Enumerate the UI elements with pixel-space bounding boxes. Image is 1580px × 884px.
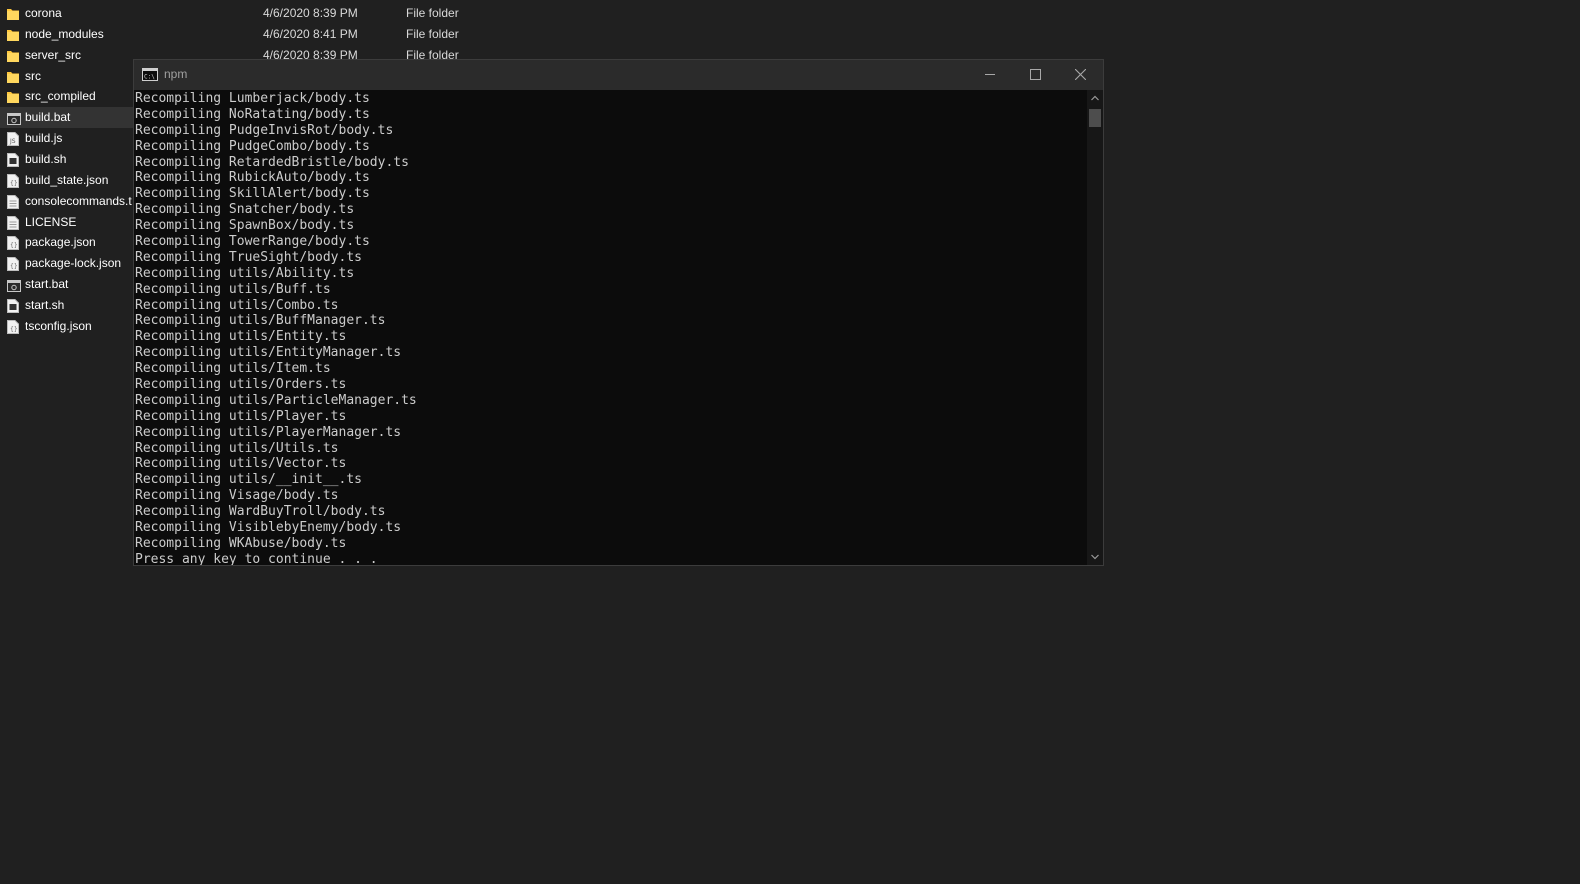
file-name: build.sh [25, 151, 67, 166]
window-title: npm [164, 67, 188, 81]
file-name: node_modules [25, 26, 104, 41]
svg-text:JS: JS [9, 138, 16, 145]
console-line: Recompiling utils/Player.ts [135, 408, 347, 424]
console-line: Recompiling TowerRange/body.ts [135, 234, 370, 250]
json-file-icon: {} [7, 236, 19, 251]
console-line: Recompiling utils/Entity.ts [135, 329, 347, 345]
json-file-icon: {} [7, 319, 19, 334]
console-line: Recompiling Snatcher/body.ts [135, 202, 355, 218]
text-file-icon [7, 215, 19, 230]
console-line: Recompiling PudgeCombo/body.ts [135, 138, 370, 154]
minimize-button[interactable] [968, 60, 1013, 90]
console-line: Recompiling PudgeInvisRot/body.ts [135, 122, 394, 138]
file-row[interactable]: build.bat [0, 107, 133, 129]
file-date-modified: 4/6/2020 8:39 PM [263, 6, 358, 20]
text-file-icon [7, 194, 19, 209]
svg-text:{}: {} [10, 263, 18, 270]
file-name: start.bat [25, 277, 69, 292]
console-line: Recompiling utils/BuffManager.ts [135, 313, 386, 329]
folder-icon [7, 28, 19, 42]
maximize-button[interactable] [1013, 60, 1058, 90]
file-name: src [25, 68, 41, 83]
file-name: build_state.json [25, 172, 109, 187]
svg-text:{}: {} [10, 242, 18, 249]
console-line: Recompiling RetardedBristle/body.ts [135, 154, 409, 170]
console-line: Recompiling utils/Utils.ts [135, 440, 339, 456]
file-name: tsconfig.json [25, 318, 92, 333]
console-line: Recompiling utils/Orders.ts [135, 377, 347, 393]
cmd-icon: C:\ [142, 68, 158, 81]
console-line: Recompiling VisiblebyEnemy/body.ts [135, 520, 402, 536]
file-date-modified: 4/6/2020 8:41 PM [263, 26, 358, 41]
console-line: Recompiling utils/Vector.ts [135, 456, 347, 472]
file-name: package-lock.json [25, 256, 122, 271]
file-name: package.json [25, 235, 96, 250]
svg-text:{}: {} [10, 180, 18, 187]
maximize-icon [1030, 69, 1041, 80]
file-name: start.sh [25, 297, 65, 312]
console-line: Recompiling utils/Buff.ts [135, 281, 331, 297]
console-line: Recompiling utils/__init__.ts [135, 472, 362, 488]
console-line: Recompiling utils/EntityManager.ts [135, 345, 402, 361]
folder-icon [7, 70, 19, 84]
console-line: Recompiling RubickAuto/body.ts [135, 170, 370, 186]
file-name: build.js [25, 131, 63, 146]
console-line: Press any key to continue . . . [135, 551, 378, 565]
file-type: File folder [406, 26, 459, 41]
svg-text:C:\: C:\ [144, 74, 155, 81]
console-titlebar[interactable]: C:\ npm [134, 60, 1103, 90]
scroll-down-arrow-icon[interactable] [1091, 554, 1099, 560]
file-name: LICENSE [25, 214, 77, 229]
json-file-icon: {} [7, 257, 19, 272]
batch-file-icon [7, 278, 21, 293]
shell-file-icon [7, 152, 19, 167]
close-icon [1075, 69, 1086, 80]
json-file-icon: {} [7, 173, 19, 188]
console-line: Recompiling utils/Combo.ts [135, 297, 339, 313]
folder-icon [7, 7, 19, 21]
console-output[interactable]: Recompiling Lumberjack/body.ts Recompilin… [135, 91, 1085, 565]
file-name: corona [25, 6, 62, 20]
console-line: Recompiling SpawnBox/body.ts [135, 218, 355, 234]
console-line: Recompiling utils/PlayerManager.ts [135, 424, 402, 440]
scroll-up-arrow-icon[interactable] [1091, 95, 1099, 101]
close-button[interactable] [1058, 60, 1103, 90]
file-name: server_src [25, 47, 82, 62]
file-row[interactable]: node_modules 4/6/2020 8:41 PM File folder [0, 24, 480, 45]
console-line: Recompiling NoRatating/body.ts [135, 106, 370, 122]
file-type: File folder [406, 6, 459, 20]
console-line: Recompiling Visage/body.ts [135, 488, 339, 504]
console-line: Recompiling TrueSight/body.ts [135, 249, 362, 265]
console-line: Recompiling WKAbuse/body.ts [135, 535, 347, 551]
batch-file-icon [7, 111, 21, 126]
console-line: Recompiling WardBuyTroll/body.ts [135, 504, 386, 520]
scroll-thumb[interactable] [1089, 109, 1101, 127]
console-window[interactable]: C:\ npm Recompiling Lumberjack/body.ts Re… [133, 59, 1104, 566]
file-row[interactable]: corona 4/6/2020 8:39 PM File folder [0, 3, 480, 24]
file-name: src_compiled [25, 89, 96, 104]
file-name: build.bat [25, 110, 71, 125]
console-line: Recompiling utils/Item.ts [135, 361, 331, 377]
svg-text:{}: {} [10, 326, 18, 333]
console-line: Recompiling Lumberjack/body.ts [135, 91, 370, 106]
minimize-icon [985, 74, 995, 75]
shell-file-icon [7, 298, 19, 313]
console-line: Recompiling SkillAlert/body.ts [135, 186, 370, 202]
file-name: consolecommands.t [25, 193, 132, 208]
vertical-scrollbar[interactable] [1087, 90, 1103, 565]
console-line: Recompiling utils/Ability.ts [135, 265, 355, 281]
js-file-icon: JS [7, 132, 19, 147]
folder-icon [7, 49, 19, 63]
console-line: Recompiling utils/ParticleManager.ts [135, 392, 417, 408]
folder-icon [7, 90, 19, 104]
